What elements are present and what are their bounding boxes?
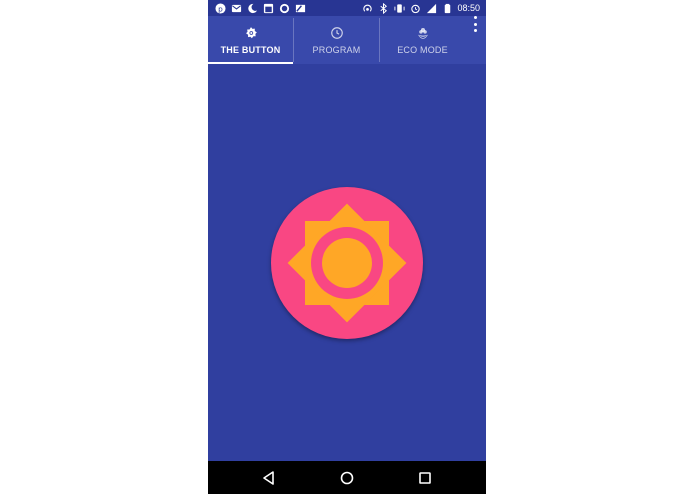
signal-icon	[425, 2, 437, 14]
menu-dot	[473, 16, 477, 19]
back-icon[interactable]	[260, 469, 278, 487]
status-bar: p 08:50	[208, 0, 486, 16]
tab-program[interactable]: PROGRAM	[294, 16, 379, 64]
maps-icon	[294, 2, 306, 14]
menu-dot	[473, 29, 477, 32]
alarm-icon	[409, 2, 421, 14]
home-icon[interactable]	[338, 469, 356, 487]
the-button[interactable]	[271, 187, 423, 339]
bluetooth-icon	[377, 2, 389, 14]
vibrate-icon	[393, 2, 405, 14]
tab-label: THE BUTTON	[220, 44, 281, 55]
battery-icon	[441, 2, 453, 14]
calendar-icon	[262, 2, 274, 14]
sun-icon	[287, 203, 407, 323]
svg-text:p: p	[218, 4, 223, 13]
active-tab-indicator	[208, 62, 293, 64]
system-icons: 08:50	[361, 2, 480, 14]
pinterest-icon: p	[214, 2, 226, 14]
gmail-icon	[230, 2, 242, 14]
recent-apps-icon[interactable]	[416, 469, 434, 487]
tab-bar: THE BUTTON PROGRAM ECO MODE	[208, 16, 486, 64]
brightness-icon	[244, 26, 258, 40]
menu-dot	[473, 22, 477, 26]
clock-icon	[330, 26, 344, 40]
eco-flower-icon	[416, 26, 430, 40]
whatsapp-icon	[278, 2, 290, 14]
tab-eco-mode[interactable]: ECO MODE	[380, 16, 465, 64]
status-time: 08:50	[457, 3, 480, 13]
notification-icons: p	[214, 2, 306, 14]
tab-the-button[interactable]: THE BUTTON	[208, 16, 293, 64]
overflow-menu-icon[interactable]	[468, 16, 482, 32]
moon-icon	[246, 2, 258, 14]
tab-label: PROGRAM	[312, 44, 361, 55]
tab-label: ECO MODE	[397, 44, 448, 55]
navigation-bar	[208, 461, 486, 494]
phone-screen: p 08:50 THE BUTTON PROGRAM ECO MODE	[208, 0, 486, 494]
hotspot-icon	[361, 2, 373, 14]
